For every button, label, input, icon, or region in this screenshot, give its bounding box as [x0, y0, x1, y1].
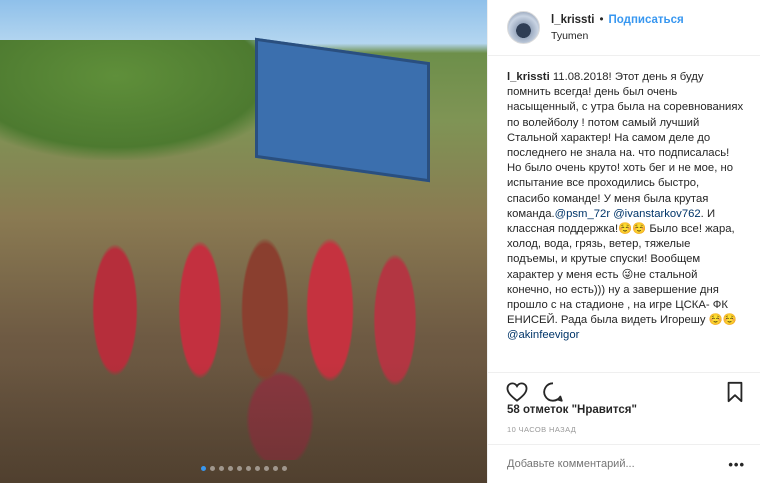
- caption-text-1: 11.08.2018! Этот день я буду помнить все…: [507, 71, 744, 220]
- carousel-dot[interactable]: [263, 466, 269, 471]
- mention-link[interactable]: @ivanstarkov762: [613, 208, 700, 220]
- carousel-dot[interactable]: [227, 466, 233, 471]
- header-separator: •: [599, 13, 604, 26]
- more-options-button[interactable]: •••: [728, 457, 745, 472]
- carousel-dot[interactable]: [236, 466, 242, 471]
- post-sidebar: l_krissti • Подписаться Tyumen l_krissti…: [487, 0, 760, 483]
- follow-button[interactable]: Подписаться: [609, 12, 684, 28]
- bookmark-icon[interactable]: [723, 380, 747, 404]
- header-text: l_krissti • Подписаться Tyumen: [551, 12, 684, 44]
- carousel-dots: [0, 466, 487, 471]
- avatar[interactable]: [507, 11, 540, 44]
- carousel-dot[interactable]: [209, 466, 215, 471]
- heart-icon[interactable]: [505, 380, 529, 404]
- caption-text-3: . И классная поддержка!☺️☺️ Было все! жа…: [507, 207, 737, 327]
- carousel-dot[interactable]: [272, 466, 278, 471]
- username-link[interactable]: l_krissti: [551, 12, 594, 28]
- action-bar: [488, 372, 760, 406]
- carousel-dot[interactable]: [254, 466, 260, 471]
- header-row: l_krissti • Подписаться: [551, 12, 684, 28]
- carousel-dot[interactable]: [245, 466, 251, 471]
- photo-ground: [0, 363, 487, 483]
- carousel-dot[interactable]: [218, 466, 224, 471]
- caption-username[interactable]: l_krissti: [507, 71, 550, 83]
- comment-icon[interactable]: [541, 380, 565, 404]
- post-photo[interactable]: [0, 0, 487, 483]
- likes-count[interactable]: 58 отметок "Нравится": [507, 404, 637, 416]
- post-caption: l_krissti 11.08.2018! Этот день я буду п…: [488, 56, 760, 371]
- carousel-dot[interactable]: [200, 466, 206, 471]
- location-link[interactable]: Tyumen: [551, 28, 684, 44]
- post-header: l_krissti • Подписаться Tyumen: [488, 0, 760, 56]
- comment-bar: •••: [488, 444, 760, 483]
- carousel-dot[interactable]: [281, 466, 287, 471]
- mention-link[interactable]: @akinfeevigor: [507, 329, 579, 341]
- comment-input[interactable]: [507, 458, 729, 470]
- mention-link[interactable]: @psm_72r: [555, 208, 610, 220]
- post-timestamp[interactable]: 10 часов назад: [507, 425, 576, 434]
